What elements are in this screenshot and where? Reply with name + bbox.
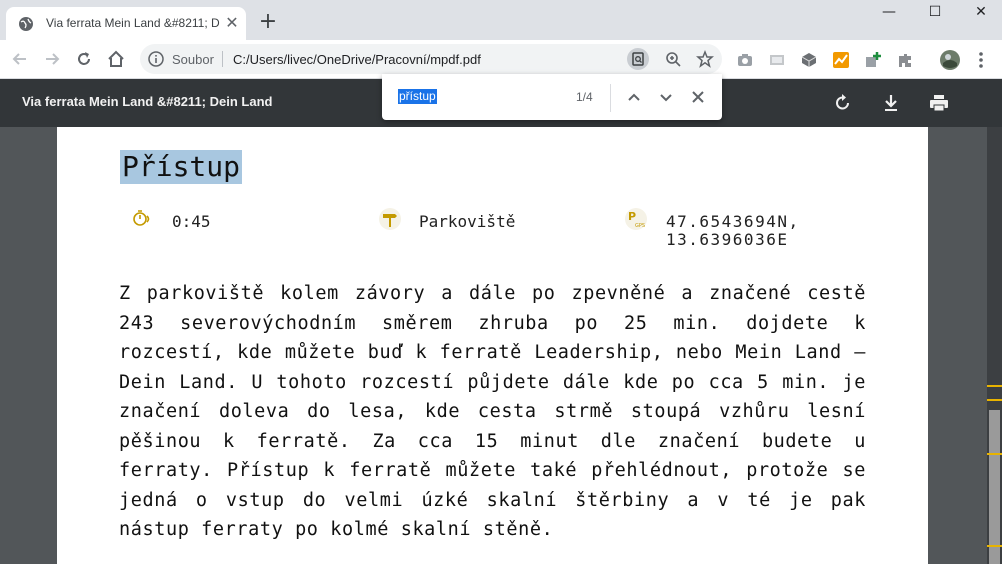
- stopwatch-icon: [133, 210, 150, 226]
- find-bar: přístup 1/4: [382, 74, 722, 120]
- tab-close-icon[interactable]: ✕: [224, 15, 240, 31]
- add-extension-icon[interactable]: [864, 51, 882, 69]
- address-bar[interactable]: Soubor C:/Users/livec/OneDrive/Pracovní/…: [140, 44, 722, 74]
- find-match-count: 1/4: [576, 90, 593, 104]
- avatar[interactable]: [940, 50, 960, 70]
- forward-arrow-icon[interactable]: [42, 49, 62, 69]
- maximize-button[interactable]: ☐: [912, 4, 958, 24]
- find-match-marker: [987, 453, 1002, 455]
- gps-pin-icon: P GPS: [625, 208, 647, 230]
- rotate-icon[interactable]: [832, 92, 854, 114]
- page-heading: Přístup: [120, 150, 243, 184]
- print-icon[interactable]: [928, 92, 950, 114]
- signpost-icon: [379, 208, 401, 230]
- new-tab-button[interactable]: +: [258, 11, 278, 33]
- bookmark-star-icon[interactable]: [694, 48, 716, 70]
- gps-coordinates-lon: 13.6396036E: [666, 230, 789, 249]
- cube-extension-icon[interactable]: [800, 51, 818, 69]
- tab-pdf[interactable]: Via ferrata Mein Land &#8211; D ✕: [6, 7, 246, 40]
- menu-kebab-icon[interactable]: [973, 51, 989, 69]
- screenshot-extension-icon[interactable]: [768, 51, 786, 69]
- camera-extension-icon[interactable]: [736, 51, 754, 69]
- pdf-document-title: Via ferrata Mein Land &#8211; Dein Land: [22, 94, 273, 109]
- close-icon[interactable]: [688, 87, 708, 107]
- find-match-marker: [987, 399, 1002, 401]
- minimize-button[interactable]: —: [866, 4, 912, 24]
- find-match-marker: [987, 385, 1002, 387]
- find-in-page-icon[interactable]: [627, 48, 649, 70]
- puzzle-extension-icon[interactable]: [896, 51, 914, 69]
- chart-extension-icon[interactable]: [832, 51, 850, 69]
- find-separator: [610, 84, 611, 112]
- tab-strip: Via ferrata Mein Land &#8211; D ✕ + — ☐ …: [0, 0, 1002, 40]
- tab-title: Via ferrata Mein Land &#8211; D: [46, 16, 220, 30]
- info-icon[interactable]: [148, 51, 164, 67]
- reload-icon[interactable]: [74, 49, 94, 69]
- svg-text:GPS: GPS: [635, 223, 645, 229]
- pdf-scrollbar[interactable]: [987, 127, 1002, 564]
- find-match-marker: [987, 545, 1002, 547]
- window-close-button[interactable]: ✕: [958, 4, 1002, 24]
- back-arrow-icon[interactable]: [10, 49, 30, 69]
- globe-icon: [19, 17, 33, 31]
- parking-label: Parkoviště: [419, 212, 516, 231]
- download-icon[interactable]: [880, 92, 902, 114]
- home-icon[interactable]: [106, 49, 126, 69]
- svg-text:P: P: [628, 210, 636, 223]
- url-text[interactable]: C:/Users/livec/OneDrive/Pracovní/mpdf.pd…: [233, 52, 481, 67]
- chevron-down-icon[interactable]: [656, 87, 676, 107]
- gps-coordinates-lat: 47.6543694N,: [666, 212, 800, 231]
- zoom-icon[interactable]: [662, 48, 684, 70]
- url-scheme-label: Soubor: [172, 52, 214, 67]
- time-value: 0:45: [172, 212, 211, 231]
- omnibox-separator: [222, 51, 223, 67]
- scrollbar-thumb[interactable]: [989, 410, 1000, 564]
- access-paragraph: Z parkoviště kolem závory a dále po zpev…: [119, 283, 866, 540]
- find-input[interactable]: přístup: [398, 89, 437, 104]
- chevron-up-icon[interactable]: [624, 87, 644, 107]
